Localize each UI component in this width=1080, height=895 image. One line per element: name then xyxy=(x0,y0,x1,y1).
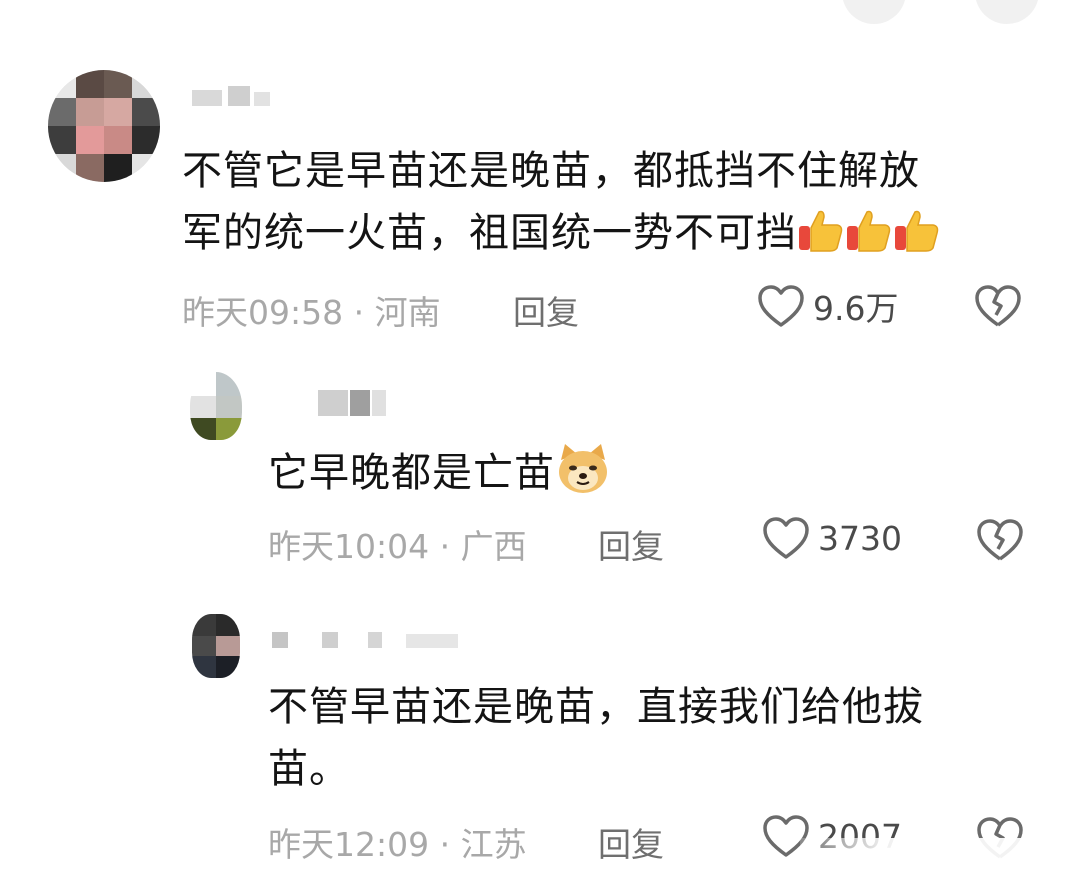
comment-text: 不管它是早苗还是晚苗，都抵挡不住解放 军的统一火苗，祖国统一势不可挡 xyxy=(182,140,1042,264)
like-count: 9.6万 xyxy=(813,289,899,328)
username-redacted[interactable] xyxy=(272,628,462,654)
comment-meta: 昨天10:04 · 广西 xyxy=(268,520,527,568)
reply-button[interactable]: 回复 xyxy=(598,818,664,866)
meta-separator: · xyxy=(343,293,375,332)
comment-location: 江苏 xyxy=(460,825,527,864)
username-redacted[interactable] xyxy=(192,84,282,110)
meta-separator: · xyxy=(429,825,461,864)
reply-button[interactable]: 回复 xyxy=(598,520,664,568)
like-count: 3730 xyxy=(818,518,902,558)
avatar[interactable] xyxy=(192,614,240,678)
username-redacted[interactable] xyxy=(318,390,388,416)
like-button[interactable]: 3730 xyxy=(762,516,902,560)
reply-button[interactable]: 回复 xyxy=(513,286,579,334)
like-button[interactable]: 9.6万 xyxy=(757,282,898,330)
thumbs-up-emoji xyxy=(895,210,939,252)
broken-heart-icon[interactable] xyxy=(975,518,1025,562)
thumbs-up-emoji xyxy=(847,210,891,252)
comment-text: 不管早苗还是晚苗，直接我们给他拔 苗。 xyxy=(268,684,924,792)
broken-heart-icon[interactable] xyxy=(973,284,1023,328)
avatar[interactable] xyxy=(48,70,160,182)
comment-meta: 昨天12:09 · 江苏 xyxy=(268,818,527,866)
comment-time: 昨天10:04 xyxy=(268,527,430,566)
comment-text: 它早晚都是亡苗 xyxy=(268,440,1028,504)
top-action-button-left[interactable] xyxy=(842,0,906,24)
comment-time: 昨天09:58 xyxy=(182,293,344,332)
top-action-button-right[interactable] xyxy=(975,0,1039,24)
comment-meta: 昨天09:58 · 河南 xyxy=(182,286,441,334)
doge-emoji xyxy=(559,444,607,493)
comment-location: 广西 xyxy=(460,527,527,566)
thumbs-up-emoji xyxy=(799,210,843,252)
heart-icon xyxy=(763,517,809,559)
heart-icon xyxy=(758,285,804,327)
avatar[interactable] xyxy=(190,372,242,440)
meta-separator: · xyxy=(429,527,461,566)
comment-location: 河南 xyxy=(374,293,441,332)
comment-time: 昨天12:09 xyxy=(268,825,430,864)
watermark-overlay xyxy=(800,838,1080,895)
